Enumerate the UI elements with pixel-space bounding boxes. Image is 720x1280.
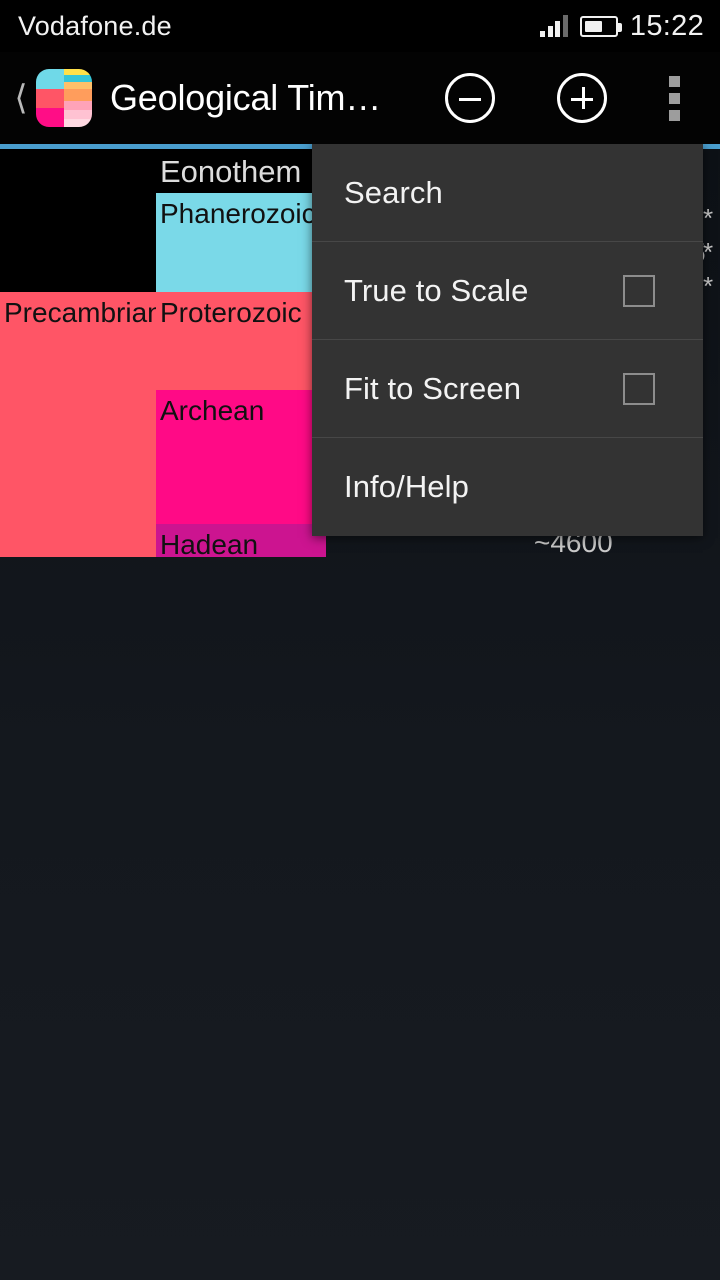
chart-column-header-eonothem: Eonothem xyxy=(156,149,326,193)
chart-cell-blank-header xyxy=(0,149,156,193)
menu-item-label: True to Scale xyxy=(344,272,529,308)
menu-item-fit-to-screen[interactable]: Fit to Screen xyxy=(312,340,703,438)
menu-item-info-help[interactable]: Info/Help xyxy=(312,438,703,536)
chart-cell-phanerozoic[interactable]: Phanerozoic xyxy=(156,193,326,292)
footnote-marker: * xyxy=(703,237,714,267)
chart-column-header-label: Eonothem xyxy=(160,154,302,189)
chart-cell-archean[interactable]: Archean xyxy=(156,390,326,524)
chart-cell-label: Phanerozoic xyxy=(160,198,316,229)
chart-cell-label: Precambrian xyxy=(4,297,156,328)
phone-screen: Vodafone.de 15:22 ⟨ Geological Tim… Eono… xyxy=(0,0,720,1280)
menu-item-label: Search xyxy=(344,174,443,210)
menu-item-label: Fit to Screen xyxy=(344,370,522,406)
chart-content-area[interactable]: Eonothem Phanerozoic Precambrian Protero… xyxy=(0,144,720,1280)
app-bar: ⟨ Geological Tim… xyxy=(0,52,720,144)
clock-label: 15:22 xyxy=(629,9,704,42)
battery-icon xyxy=(579,15,622,37)
checkbox-fit-to-screen[interactable] xyxy=(623,373,655,405)
signal-bars-icon xyxy=(540,15,568,37)
carrier-label: Vodafone.de xyxy=(18,10,172,41)
plus-circle-icon[interactable] xyxy=(557,73,608,123)
overflow-menu[interactable]: Search True to Scale Fit to Screen Info/… xyxy=(312,144,703,536)
menu-item-search[interactable]: Search xyxy=(312,144,703,242)
back-chevron-icon[interactable]: ⟨ xyxy=(0,81,34,115)
menu-item-true-to-scale[interactable]: True to Scale xyxy=(312,242,703,340)
page-title: Geological Tim… xyxy=(110,77,382,118)
footnote-marker: * xyxy=(703,203,714,233)
chart-cell-label: Proterozoic xyxy=(160,297,302,328)
chart-cell-label: Archean xyxy=(160,395,265,426)
chart-cell-hadean[interactable]: Hadean xyxy=(156,524,326,557)
chart-cell-blank-left xyxy=(0,193,156,292)
status-bar: Vodafone.de 15:22 xyxy=(0,0,720,52)
minus-circle-icon[interactable] xyxy=(445,73,496,123)
overflow-dots-icon[interactable] xyxy=(669,75,681,121)
app-logo-icon xyxy=(36,69,92,127)
status-icons: 15:22 xyxy=(540,10,704,43)
menu-item-label: Info/Help xyxy=(344,469,469,504)
chart-cell-label: Hadean xyxy=(160,529,259,558)
checkbox-true-to-scale[interactable] xyxy=(623,275,655,307)
chart-cell-proterozoic[interactable]: Proterozoic xyxy=(156,292,326,390)
footnote-marker: * xyxy=(703,271,714,301)
chart-cell-precambrian[interactable]: Precambrian xyxy=(0,292,156,557)
